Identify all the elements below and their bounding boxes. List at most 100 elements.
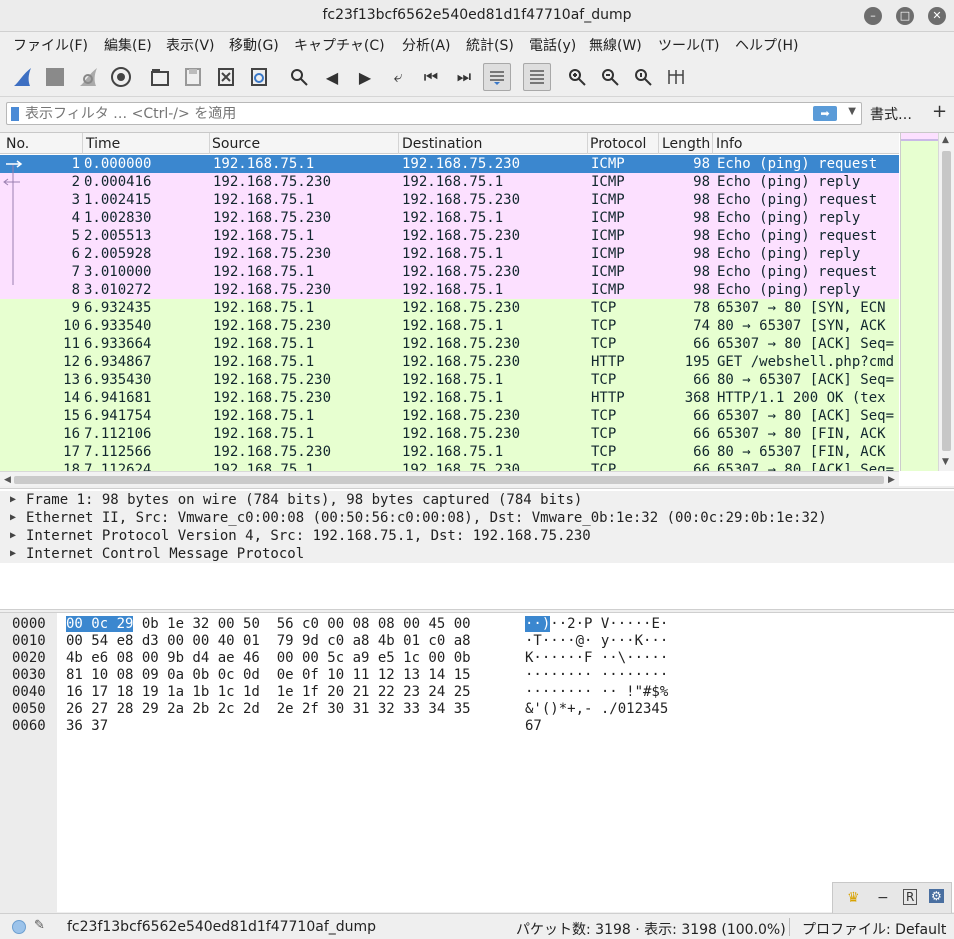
menu-view[interactable]: 表示(V) [166, 35, 215, 55]
column-time[interactable]: Time [86, 136, 120, 152]
packet-row[interactable]: 7 3.010000 192.168.75.1 192.168.75.230 ICMP 9… [0, 263, 899, 281]
packet-row[interactable]: 16 7.112106 192.168.75.1 192.168.75.230 TCP 6… [0, 425, 899, 443]
bytes-row[interactable]: 0020 4b e6 08 00 9b d4 ae 46 00 00 5c a9 … [0, 650, 954, 667]
crown-icon[interactable]: ♛ [847, 890, 860, 906]
expand-arrow-icon[interactable]: ▶ [10, 545, 16, 563]
packet-cell-src: 192.168.75.1 [213, 300, 315, 316]
add-filter-button[interactable]: + [932, 101, 947, 122]
packet-row[interactable]: 8 3.010272 192.168.75.230 192.168.75.1 ICMP 9… [0, 281, 899, 299]
packet-row[interactable]: 13 6.935430 192.168.75.230 192.168.75.1 TCP 6… [0, 371, 899, 389]
packet-cell-src: 192.168.75.1 [213, 426, 315, 442]
packet-list-hscrollbar[interactable]: ◀ ▶ [0, 471, 899, 486]
menu-tools[interactable]: ツール(T) [658, 35, 719, 55]
packet-row[interactable]: 9 6.932435 192.168.75.1 192.168.75.230 TCP 78… [0, 299, 899, 317]
bytes-offset: 0030 [12, 667, 46, 683]
packet-row[interactable]: 18 7.112624 192.168.75.1 192.168.75.230 TCP 6… [0, 461, 899, 471]
zoom-out-icon[interactable] [596, 63, 624, 91]
packet-row[interactable]: 12 6.934867 192.168.75.1 192.168.75.230 HTTP… [0, 353, 899, 371]
menu-file[interactable]: ファイル(F) [13, 35, 88, 55]
packet-row[interactable]: 17 7.112566 192.168.75.230 192.168.75.1 TCP 6… [0, 443, 899, 461]
packet-row[interactable]: 6 2.005928 192.168.75.230 192.168.75.1 ICMP 9… [0, 245, 899, 263]
packet-row[interactable]: 11 6.933664 192.168.75.1 192.168.75.230 TCP 6… [0, 335, 899, 353]
bytes-row[interactable]: 0000 00 0c 29 0b 1e 32 00 50 56 c0 00 08 … [0, 616, 954, 633]
close-icon[interactable]: ✕ [928, 7, 946, 25]
go-back-icon[interactable]: ◀ [318, 63, 346, 91]
expand-arrow-icon[interactable]: ▶ [10, 527, 16, 545]
bytes-ascii-rest: ········ ·· !"#$% [525, 684, 669, 700]
open-folder-icon[interactable] [146, 63, 174, 91]
packet-cell-proto: ICMP [591, 174, 625, 190]
packet-row[interactable]: 4 1.002830 192.168.75.230 192.168.75.1 ICMP 9… [0, 209, 899, 227]
packet-row[interactable]: 1 0.000000 192.168.75.1 192.168.75.230 ICMP 9… [0, 155, 899, 173]
column-length[interactable]: Length [662, 136, 710, 152]
menu-go[interactable]: 移動(G) [229, 35, 279, 55]
packet-cell-no: 9 [71, 300, 80, 316]
normal-size-icon[interactable] [629, 63, 657, 91]
expand-arrow-icon[interactable]: ▶ [10, 509, 16, 527]
expert-info-icon[interactable] [12, 920, 26, 934]
menu-help[interactable]: ヘルプ(H) [735, 35, 798, 55]
display-filter-input[interactable] [25, 104, 815, 123]
expand-arrow-icon[interactable]: ▶ [10, 491, 16, 509]
column-info[interactable]: Info [716, 136, 743, 152]
capture-comment-icon[interactable]: ✎ [34, 918, 45, 933]
last-packet-icon[interactable]: ⏭ [450, 63, 478, 91]
packet-bytes-pane: 0000 00 0c 29 0b 1e 32 00 50 56 c0 00 08 … [0, 612, 954, 913]
packet-row[interactable]: 10 6.933540 192.168.75.230 192.168.75.1 TCP 7… [0, 317, 899, 335]
search-icon[interactable] [285, 63, 313, 91]
menu-telephony[interactable]: 電話(y) [529, 35, 576, 55]
zoom-in-icon[interactable] [563, 63, 591, 91]
expression-button[interactable]: 書式… [870, 104, 912, 124]
r-icon[interactable]: R [903, 889, 918, 905]
bytes-row[interactable]: 0040 16 17 18 19 1a 1b 1c 1d 1e 1f 20 21 … [0, 684, 954, 701]
packet-row[interactable]: 15 6.941754 192.168.75.1 192.168.75.230 TCP 6… [0, 407, 899, 425]
colorize-icon[interactable] [523, 63, 551, 91]
bytes-row[interactable]: 0060 36 37 67 [0, 718, 954, 735]
shark-fin-start-icon[interactable] [8, 63, 36, 91]
menu-statistics[interactable]: 統計(S) [466, 35, 514, 55]
packet-row[interactable]: 5 2.005513 192.168.75.1 192.168.75.230 ICMP 9… [0, 227, 899, 245]
detail-ipv4[interactable]: ▶ Internet Protocol Version 4, Src: 192.1… [0, 527, 954, 545]
first-packet-icon[interactable]: ⏮ [417, 63, 445, 91]
packet-list-vscrollbar[interactable]: ▲ ▼ [938, 133, 954, 471]
reload-icon[interactable] [245, 63, 273, 91]
go-to-packet-icon[interactable]: ⤶ [384, 63, 412, 91]
detail-frame[interactable]: ▶ Frame 1: 98 bytes on wire (784 bits), 9… [0, 491, 954, 509]
detail-icmp[interactable]: ▶ Internet Control Message Protocol [0, 545, 954, 563]
column-destination[interactable]: Destination [402, 136, 482, 152]
autoscroll-icon[interactable] [483, 63, 511, 91]
chevron-down-icon[interactable]: ▼ [848, 106, 856, 117]
stop-square-icon[interactable] [41, 63, 69, 91]
menu-wireless[interactable]: 無線(W) [589, 35, 642, 55]
detail-ethernet[interactable]: ▶ Ethernet II, Src: Vmware_c0:00:08 (00:5… [0, 509, 954, 527]
bytes-hex: 16 17 18 19 1a 1b 1c 1d 1e 1f 20 21 22 2… [66, 684, 471, 701]
packet-minimap[interactable] [900, 133, 939, 471]
save-icon[interactable] [179, 63, 207, 91]
go-forward-icon[interactable]: ▶ [351, 63, 379, 91]
display-filter-field[interactable]: ➡ ▼ [6, 102, 862, 125]
packet-row[interactable]: 14 6.941681 192.168.75.230 192.168.75.1 HTTP… [0, 389, 899, 407]
status-packet-count: パケット数: 3198 · 表示: 3198 (100.0%) [516, 922, 786, 938]
restart-fin-icon[interactable] [74, 63, 102, 91]
bookmark-icon[interactable] [11, 107, 19, 121]
apply-filter-arrow-icon[interactable]: ➡ [813, 106, 837, 121]
menu-edit[interactable]: 編集(E) [104, 35, 152, 55]
column-no[interactable]: No. [6, 136, 29, 152]
menu-capture[interactable]: キャプチャ(C) [294, 35, 385, 55]
close-file-icon[interactable] [212, 63, 240, 91]
column-protocol[interactable]: Protocol [590, 136, 646, 152]
bytes-row[interactable]: 0010 00 54 e8 d3 00 00 40 01 79 9d c0 a8 … [0, 633, 954, 650]
minimize-panel-icon[interactable]: − [877, 890, 889, 906]
bytes-row[interactable]: 0030 81 10 08 09 0a 0b 0c 0d 0e 0f 10 11 … [0, 667, 954, 684]
packet-row[interactable]: 3 1.002415 192.168.75.1 192.168.75.230 ICMP 9… [0, 191, 899, 209]
settings-badge-icon[interactable]: ⚙ [929, 889, 944, 903]
column-source[interactable]: Source [212, 136, 260, 152]
menu-analyze[interactable]: 分析(A) [402, 35, 451, 55]
maximize-icon[interactable]: □ [896, 7, 914, 25]
bytes-row[interactable]: 0050 26 27 28 29 2a 2b 2c 2d 2e 2f 30 31 … [0, 701, 954, 718]
packet-row[interactable]: 2 0.000416 192.168.75.230 192.168.75.1 ICMP 9… [0, 173, 899, 191]
minimize-icon[interactable]: – [864, 7, 882, 25]
status-profile[interactable]: プロファイル: Default [802, 919, 946, 939]
resize-columns-icon[interactable] [662, 63, 690, 91]
gear-options-icon[interactable] [107, 63, 135, 91]
